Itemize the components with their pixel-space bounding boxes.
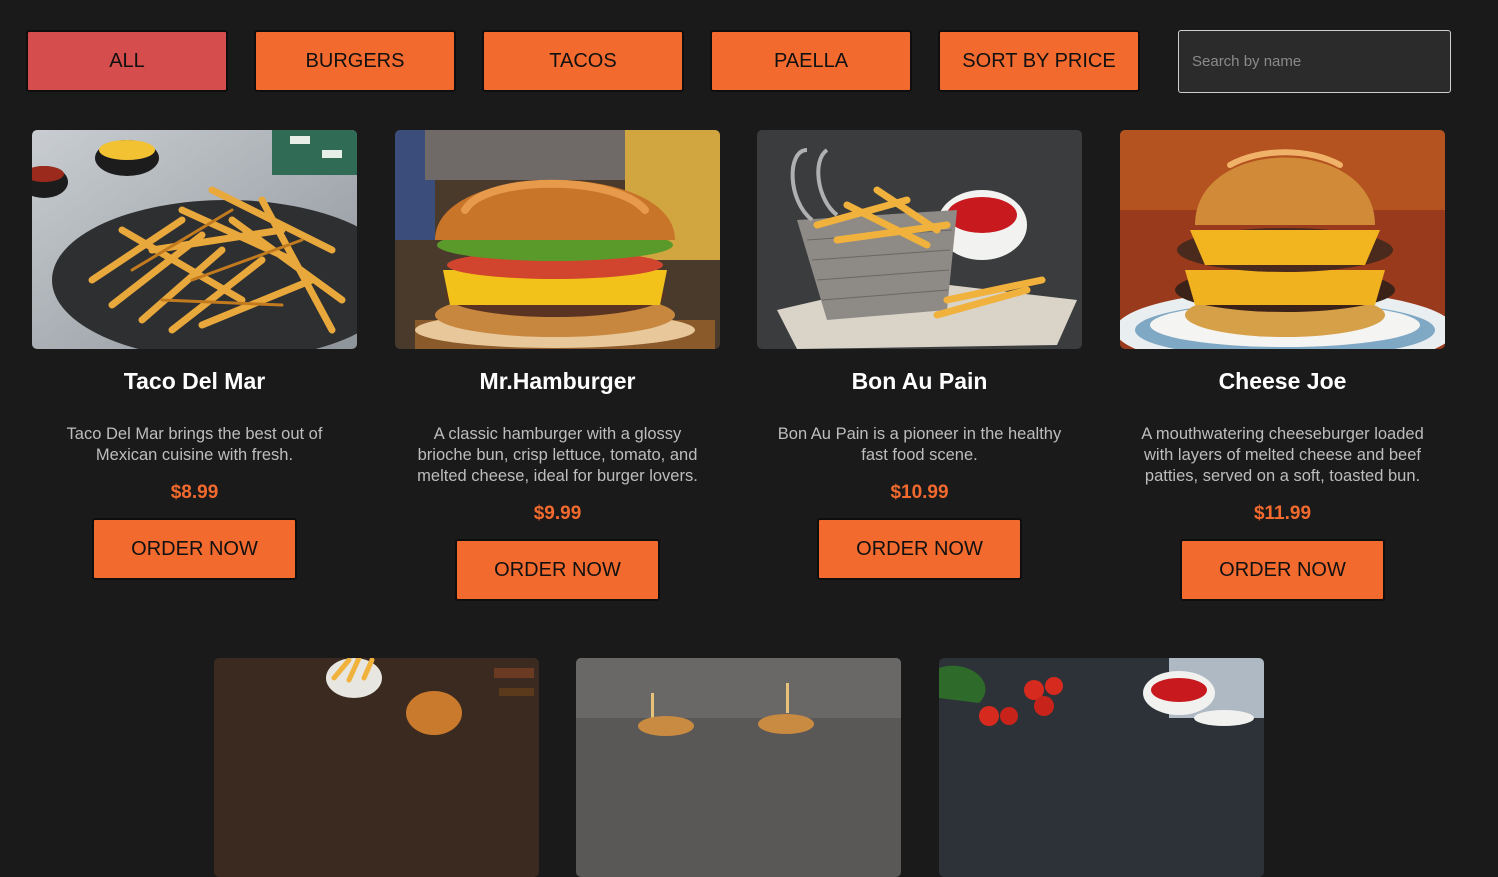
restaurant-card xyxy=(214,658,539,877)
restaurant-card xyxy=(576,658,901,877)
filter-bar: ALL BURGERS TACOS PAELLA SORT BY PRICE xyxy=(0,0,1498,110)
restaurant-price: $8.99 xyxy=(170,482,219,503)
fries-basket-image xyxy=(757,130,1082,349)
restaurant-price: $11.99 xyxy=(1253,503,1312,524)
cheeseburger-image xyxy=(1120,130,1445,349)
filter-tacos-button[interactable]: TACOS xyxy=(482,30,684,92)
burger-and-fries-image xyxy=(214,658,539,877)
restaurant-price: $9.99 xyxy=(533,503,582,524)
hamburger-image xyxy=(395,130,720,349)
restaurant-name: Mr.Hamburger xyxy=(479,368,636,394)
order-now-button[interactable]: ORDER NOW xyxy=(1180,539,1385,601)
restaurant-card: Bon Au Pain Bon Au Pain is a pioneer in … xyxy=(757,130,1082,580)
slider-burgers-image xyxy=(576,658,901,877)
restaurant-card xyxy=(939,658,1264,877)
order-now-button[interactable]: ORDER NOW xyxy=(92,518,297,580)
restaurant-name: Taco Del Mar xyxy=(123,368,266,394)
order-now-button[interactable]: ORDER NOW xyxy=(817,518,1022,580)
restaurant-card: Taco Del Mar Taco Del Mar brings the bes… xyxy=(32,130,357,580)
search-input[interactable] xyxy=(1178,30,1451,93)
tomatoes-ketchup-image xyxy=(939,658,1264,877)
restaurant-card: Mr.Hamburger A classic hamburger with a … xyxy=(395,130,720,601)
filter-burgers-button[interactable]: BURGERS xyxy=(254,30,456,92)
filter-all-button[interactable]: ALL xyxy=(26,30,228,92)
restaurant-name: Bon Au Pain xyxy=(851,368,988,394)
restaurant-card: Cheese Joe A mouthwatering cheeseburger … xyxy=(1120,130,1445,601)
restaurant-description: Taco Del Mar brings the best out of Mexi… xyxy=(66,425,323,464)
restaurant-description: Bon Au Pain is a pioneer in the healthy … xyxy=(777,425,1062,464)
restaurant-description: A classic hamburger with a glossy brioch… xyxy=(417,425,698,485)
fries-on-slate-image xyxy=(32,130,357,349)
filter-paella-button[interactable]: PAELLA xyxy=(710,30,912,92)
order-now-button[interactable]: ORDER NOW xyxy=(455,539,660,601)
sort-by-price-button[interactable]: SORT BY PRICE xyxy=(938,30,1140,92)
restaurant-description: A mouthwatering cheeseburger loaded with… xyxy=(1141,425,1424,485)
restaurant-price: $10.99 xyxy=(890,482,949,503)
restaurant-name: Cheese Joe xyxy=(1218,368,1347,394)
